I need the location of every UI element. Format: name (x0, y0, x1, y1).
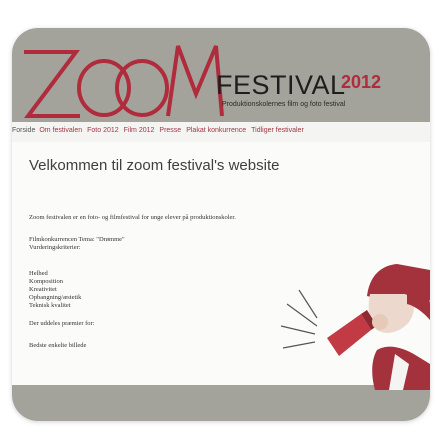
footer-bar (12, 385, 430, 421)
nav-item-forside[interactable]: Forside (12, 127, 35, 134)
criteria-item: Helhed (29, 270, 48, 277)
festival-year: 2012 (341, 72, 382, 92)
main-nav: Forside Om festivalen Foto 2012 Film 2012 Pr… (12, 124, 430, 138)
nav-item-foto-2012[interactable]: Foto 2012 (87, 127, 119, 134)
criteria-item: Kreativitet (29, 286, 57, 293)
megaphone-illustration (280, 264, 430, 390)
criteria-item: Komposition (29, 278, 63, 285)
festival-tagline: Produktionskolernes film og foto festiva… (222, 101, 346, 108)
criteria-label: Vurderingskriterier: (29, 244, 81, 251)
theme-text: Filmkonkurrencen Tema: "Drømme" (29, 236, 125, 243)
criteria-item: Teknisk kvalitet (29, 302, 71, 309)
page-title: Velkommen til zoom festival's website (29, 157, 280, 174)
nav-item-presse[interactable]: Presse (159, 127, 181, 134)
browser-viewport: FESTIVAL 2012 Produktionskolernes film o… (12, 28, 430, 421)
site-header: FESTIVAL 2012 Produktionskolernes film o… (12, 28, 430, 122)
nav-item-tidligere[interactable]: Tidliger festivaler (251, 127, 304, 134)
prizes-label: Der uddeles præmier for: (29, 320, 95, 327)
prize-item: Bedste enkelte billede (29, 342, 87, 349)
nav-item-om-festivalen[interactable]: Om festivalen (39, 127, 82, 134)
festival-title: FESTIVAL (216, 70, 346, 100)
zoom-logo[interactable] (18, 32, 228, 122)
nav-item-film-2012[interactable]: Film 2012 (124, 127, 155, 134)
intro-text: Zoom festivalen er en foto- og filmfesti… (29, 214, 236, 221)
criteria-item: Opbangning/æstetik (29, 294, 82, 301)
nav-item-plakat[interactable]: Plakat konkurrence (186, 127, 246, 134)
